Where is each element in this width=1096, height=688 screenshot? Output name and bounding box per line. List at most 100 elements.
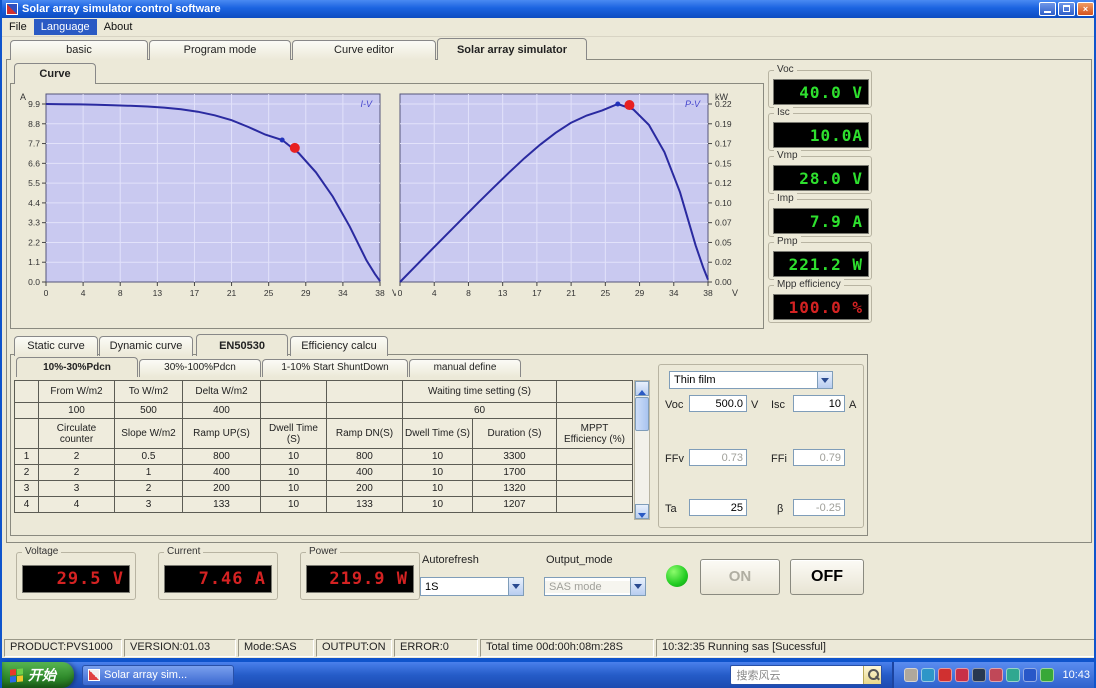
table-cell[interactable]: 1 bbox=[114, 464, 183, 481]
tray-icon-5[interactable] bbox=[972, 668, 987, 682]
table-cell[interactable]: 3 bbox=[38, 480, 115, 497]
table-cell[interactable]: 2 bbox=[38, 448, 115, 465]
tab-en50530[interactable]: EN50530 bbox=[196, 334, 288, 356]
tab-10-30-pdcn[interactable]: 10%-30%Pdcn bbox=[16, 357, 138, 377]
maximize-button[interactable] bbox=[1058, 2, 1075, 16]
table-cell[interactable]: 1320 bbox=[472, 480, 557, 497]
menu-about[interactable]: About bbox=[97, 19, 140, 35]
module-type-dropdown[interactable]: Thin film bbox=[669, 371, 833, 389]
dropdown-arrow-icon[interactable] bbox=[817, 372, 832, 388]
tab-curve[interactable]: Curve bbox=[14, 63, 96, 84]
table-cell[interactable]: 10 bbox=[402, 448, 473, 465]
table-scrollbar[interactable] bbox=[634, 380, 650, 520]
table-cell[interactable]: 1 bbox=[14, 448, 39, 465]
menu-language[interactable]: Language bbox=[33, 19, 97, 35]
table-cell[interactable]: 4 bbox=[38, 496, 115, 513]
output-mode-dropdown: SAS mode bbox=[544, 577, 646, 596]
power-label: Power bbox=[306, 546, 341, 557]
table-cell[interactable]: 200 bbox=[326, 480, 403, 497]
table-cell[interactable]: 10 bbox=[260, 496, 327, 513]
table-cell[interactable] bbox=[556, 496, 633, 513]
table-cell[interactable]: 1700 bbox=[472, 464, 557, 481]
table-cell[interactable]: 400 bbox=[326, 464, 403, 481]
off-button[interactable]: OFF bbox=[790, 559, 864, 595]
table-cell[interactable]: 10 bbox=[402, 496, 473, 513]
svg-text:21: 21 bbox=[566, 288, 576, 298]
table-cell[interactable]: 800 bbox=[326, 448, 403, 465]
table-cell[interactable]: 2 bbox=[14, 464, 39, 481]
table-cell[interactable] bbox=[14, 402, 39, 419]
tab-basic[interactable]: basic bbox=[10, 40, 148, 60]
tab-program-mode[interactable]: Program mode bbox=[149, 40, 291, 60]
tab-solar-array-simulator[interactable]: Solar array simulator bbox=[437, 38, 587, 60]
tab-curve-editor[interactable]: Curve editor bbox=[292, 40, 436, 60]
table-cell[interactable]: 3300 bbox=[472, 448, 557, 465]
table-cell[interactable]: 133 bbox=[326, 496, 403, 513]
tab-static-curve[interactable]: Static curve bbox=[14, 336, 98, 356]
tray-icon-6[interactable] bbox=[989, 668, 1004, 682]
current-group: Current 7.46 A bbox=[158, 546, 278, 600]
scroll-up-button[interactable] bbox=[635, 381, 649, 396]
tray-icon-7[interactable] bbox=[1006, 668, 1021, 682]
dropdown-arrow-icon bbox=[630, 578, 645, 595]
table-cell[interactable]: 400 bbox=[182, 464, 261, 481]
table-cell[interactable]: 800 bbox=[182, 448, 261, 465]
table-cell[interactable] bbox=[326, 402, 403, 419]
table-cell[interactable] bbox=[260, 402, 327, 419]
table-cell[interactable]: 60 bbox=[402, 402, 557, 419]
table-cell[interactable] bbox=[556, 464, 633, 481]
table-cell[interactable]: 100 bbox=[38, 402, 115, 419]
table-cell[interactable] bbox=[556, 480, 633, 497]
isc-input[interactable] bbox=[793, 395, 845, 412]
scroll-down-button[interactable] bbox=[635, 504, 649, 519]
tab-efficiency-calcu[interactable]: Efficiency calcu bbox=[290, 336, 388, 356]
table-cell[interactable]: 4 bbox=[14, 496, 39, 513]
start-button[interactable]: 开始 bbox=[2, 662, 74, 688]
ta-input[interactable] bbox=[689, 499, 747, 516]
table-header-cell: Circulate counter bbox=[38, 418, 115, 449]
tray-icon-1[interactable] bbox=[904, 668, 919, 682]
table-cell[interactable]: 200 bbox=[182, 480, 261, 497]
table-cell[interactable]: 0.5 bbox=[114, 448, 183, 465]
close-button[interactable]: × bbox=[1077, 2, 1094, 16]
table-cell[interactable]: 3 bbox=[114, 496, 183, 513]
table-cell[interactable]: 10 bbox=[260, 464, 327, 481]
scroll-thumb[interactable] bbox=[635, 397, 649, 431]
tray-icon-2[interactable] bbox=[921, 668, 936, 682]
tray-icon-3[interactable] bbox=[938, 668, 953, 682]
table-cell[interactable]: 2 bbox=[38, 464, 115, 481]
table-cell[interactable]: 10 bbox=[260, 448, 327, 465]
tab-30-100-pdcn[interactable]: 30%-100%Pdcn bbox=[139, 359, 261, 377]
menu-file[interactable]: File bbox=[2, 19, 34, 35]
operating-point-marker bbox=[624, 100, 635, 111]
table-cell[interactable]: 500 bbox=[114, 402, 183, 419]
tab-manual-define[interactable]: manual define bbox=[409, 359, 521, 377]
voc-input[interactable] bbox=[689, 395, 747, 412]
table-cell[interactable]: 133 bbox=[182, 496, 261, 513]
taskbar-search-box[interactable]: 搜索风云 bbox=[730, 665, 883, 685]
table-cell[interactable]: 3 bbox=[14, 480, 39, 497]
minimize-button[interactable] bbox=[1039, 2, 1056, 16]
svg-text:8.8: 8.8 bbox=[28, 119, 40, 129]
tab-1-10-start-shutdown[interactable]: 1-10% Start ShuntDown bbox=[262, 359, 408, 377]
taskbar-item-solar-array[interactable]: Solar array sim... bbox=[82, 664, 234, 686]
svg-text:8: 8 bbox=[466, 288, 471, 298]
autorefresh-dropdown[interactable]: 1S bbox=[420, 577, 524, 596]
table-cell[interactable]: 2 bbox=[114, 480, 183, 497]
table-cell[interactable]: 10 bbox=[402, 480, 473, 497]
dropdown-arrow-icon[interactable] bbox=[508, 578, 523, 595]
start-label: 开始 bbox=[28, 667, 56, 683]
table-cell[interactable] bbox=[556, 402, 633, 419]
search-icon[interactable] bbox=[863, 666, 882, 684]
tray-icon-9[interactable] bbox=[1040, 668, 1055, 682]
isc-field-label: Isc bbox=[771, 399, 786, 411]
table-cell[interactable] bbox=[556, 448, 633, 465]
table-cell[interactable]: 400 bbox=[182, 402, 261, 419]
table-cell[interactable]: 10 bbox=[402, 464, 473, 481]
tab-dynamic-curve[interactable]: Dynamic curve bbox=[99, 336, 193, 356]
tray-icon-8[interactable] bbox=[1023, 668, 1038, 682]
table-cell[interactable]: 1207 bbox=[472, 496, 557, 513]
svg-text:25: 25 bbox=[601, 288, 611, 298]
table-cell[interactable]: 10 bbox=[260, 480, 327, 497]
tray-icon-4[interactable] bbox=[955, 668, 970, 682]
